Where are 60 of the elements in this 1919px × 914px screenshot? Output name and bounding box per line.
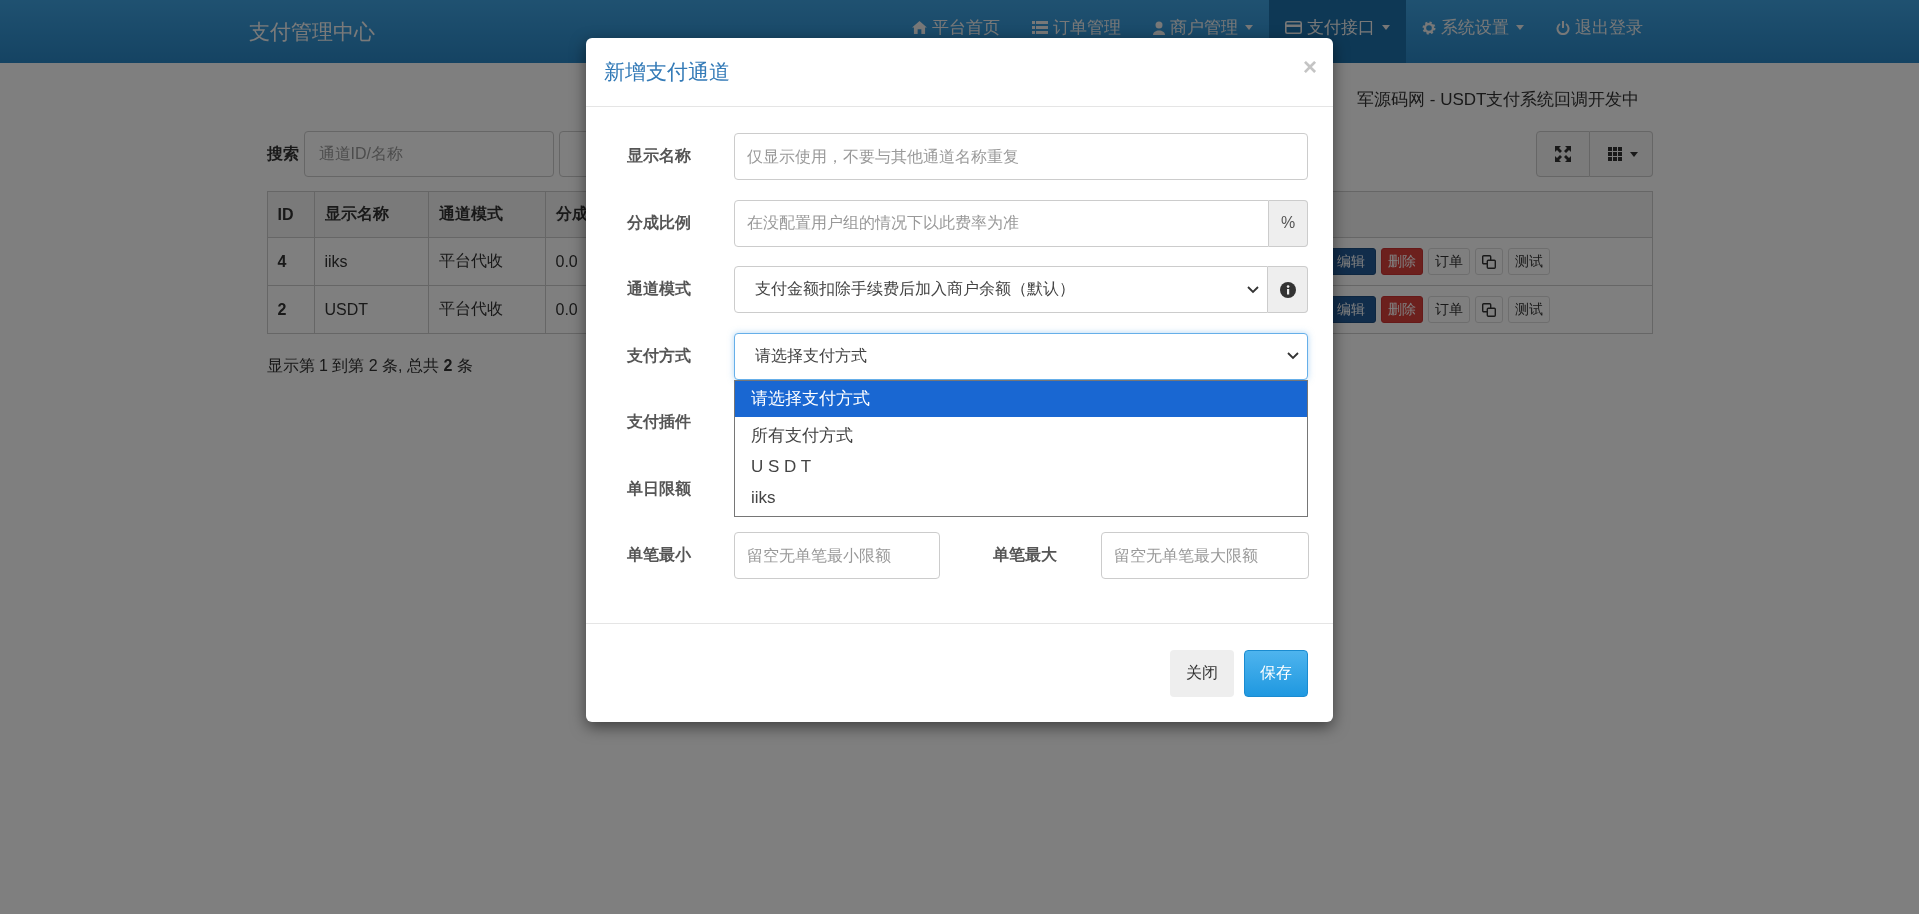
table-cell: USDT	[314, 285, 428, 334]
info-button[interactable]	[1268, 266, 1308, 313]
text-field[interactable]: 留空无单笔最大限额	[1101, 532, 1309, 579]
home-icon	[911, 21, 927, 34]
dropdown-option[interactable]: 所有支付方式	[735, 419, 1307, 451]
table-cell: 平台代收	[428, 237, 545, 286]
copy-icon	[1481, 302, 1496, 317]
search-label: 搜索	[266, 143, 299, 164]
caret-icon	[1629, 151, 1638, 157]
table-cell: iiks	[314, 237, 428, 286]
nav-item[interactable]: 平台首页	[895, 0, 1016, 63]
field-label: 显示名称	[627, 146, 692, 166]
text-field[interactable]: 在没配置用户组的情况下以此费率为准	[734, 199, 1269, 247]
table-cell: 平台代收	[428, 285, 545, 334]
table-cell: 4	[267, 237, 314, 286]
chevron-icon	[1247, 285, 1259, 294]
card-icon	[1284, 21, 1302, 34]
dropdown-option[interactable]: 请选择支付方式	[735, 380, 1307, 417]
nav-item[interactable]: 商户管理	[1136, 0, 1269, 63]
column-header: 通道模式	[428, 191, 545, 238]
column-header: ID	[267, 191, 314, 238]
close-dialog-button[interactable]: 关闭	[1170, 650, 1234, 697]
fullscreen-icon	[1554, 146, 1571, 162]
grid-icon	[1607, 147, 1622, 161]
list-icon	[1031, 21, 1048, 34]
action-button[interactable]: 订单	[1427, 248, 1470, 275]
table-cell: 2	[267, 285, 314, 334]
user-icon	[1152, 20, 1165, 35]
select-field[interactable]: 请选择支付方式	[734, 332, 1308, 380]
delete-button[interactable]: 删除	[1380, 248, 1423, 275]
action-button[interactable]: 订单	[1427, 296, 1470, 323]
action-button[interactable]: 测试	[1507, 296, 1550, 323]
nav-item[interactable]: 退出登录	[1539, 0, 1659, 63]
action-button[interactable]: 测试	[1507, 248, 1550, 275]
notice-text: 军源码网 - USDT支付系统回调开发中	[1357, 89, 1640, 111]
copy-button[interactable]	[1474, 248, 1503, 275]
text-field[interactable]: 仅显示使用，不要与其他通道名称重复	[734, 133, 1308, 180]
field-label: 单笔最小	[627, 545, 692, 565]
field-label: 支付方式	[627, 345, 692, 366]
settings-icon	[1421, 20, 1436, 35]
dropdown-option[interactable]: U S D T	[735, 450, 1307, 482]
text-field[interactable]: 留空无单笔最小限额	[734, 532, 940, 579]
modal-title: 新增支付通道	[604, 59, 730, 85]
copy-icon	[1481, 254, 1496, 269]
power-icon	[1555, 20, 1570, 35]
chevron-icon	[1287, 352, 1299, 360]
nav-item[interactable]: 订单管理	[1015, 0, 1137, 63]
columns-button[interactable]	[1589, 131, 1653, 177]
fullscreen-button[interactable]	[1535, 131, 1590, 177]
field-label: 单笔最大	[992, 545, 1058, 565]
delete-button[interactable]: 删除	[1380, 296, 1423, 323]
copy-button[interactable]	[1474, 296, 1503, 323]
info-icon	[1279, 281, 1296, 298]
field-label: 单日限额	[627, 478, 692, 499]
select-field[interactable]: 支付金额扣除手续费后加入商户余额（默认）	[734, 266, 1268, 313]
column-header: 显示名称	[314, 191, 428, 238]
field-label: 支付插件	[627, 412, 692, 432]
save-button[interactable]: 保存	[1244, 650, 1308, 697]
unit-addon: %	[1269, 199, 1308, 247]
dropdown-option[interactable]: iiks	[735, 481, 1307, 513]
